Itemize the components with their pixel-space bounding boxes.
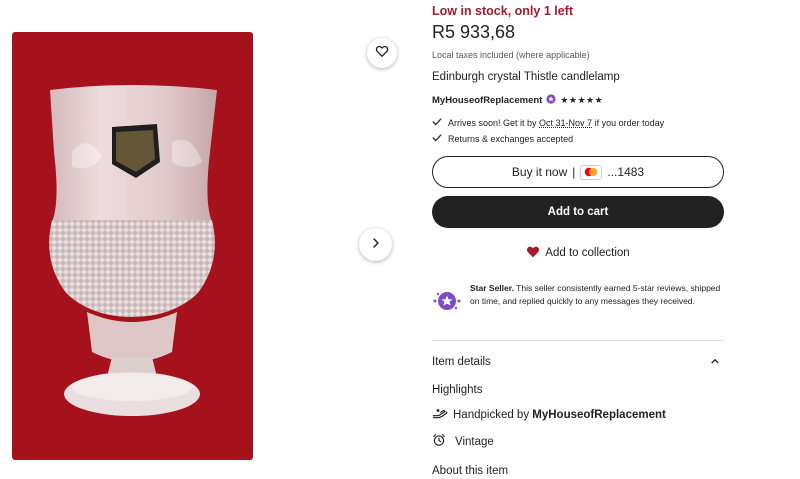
delivery-info: Arrives soon! Get it by Oct 31-Nov 7 if … — [432, 117, 664, 129]
stock-notice: Low in stock, only 1 left — [432, 4, 573, 18]
heart-filled-icon — [526, 245, 540, 261]
highlights-heading: Highlights — [432, 384, 483, 396]
heart-outline-icon — [375, 44, 389, 63]
shop-row: MyHouseofReplacement ★★★★★ — [432, 91, 603, 109]
shop-name-link[interactable]: MyHouseofReplacement — [432, 95, 542, 106]
crystal-candlelamp-image — [49, 85, 217, 416]
check-icon — [432, 133, 442, 145]
chevron-right-icon — [370, 236, 382, 254]
vintage-row: Vintage — [432, 433, 494, 450]
alarm-clock-icon — [432, 433, 446, 450]
handpicked-shop-link[interactable]: MyHouseofReplacement — [532, 409, 666, 421]
vintage-label: Vintage — [455, 435, 494, 448]
star-seller-panel: Star Seller. This seller consistently ea… — [432, 282, 724, 318]
add-to-collection-button[interactable]: Add to collection — [432, 240, 724, 266]
chevron-up-icon — [710, 353, 720, 371]
product-image[interactable] — [12, 32, 253, 460]
rating-stars[interactable]: ★★★★★ — [560, 95, 603, 106]
about-this-item-heading: About this item — [432, 465, 509, 477]
add-to-collection-label: Add to collection — [545, 247, 630, 259]
item-details-label: Item details — [432, 356, 491, 368]
star-seller-small-icon — [546, 91, 556, 109]
arrives-dates[interactable]: Oct 31-Nov 7 — [539, 118, 592, 128]
price: R5 933,68 — [432, 22, 516, 42]
buy-now-separator: | — [572, 165, 576, 179]
arrives-prefix: Arrives soon! Get it by — [448, 118, 540, 128]
favorite-button[interactable] — [367, 38, 397, 68]
star-seller-text: Star Seller. This seller consistently ea… — [470, 282, 724, 318]
star-seller-title: Star Seller. — [470, 283, 514, 293]
buy-it-now-button[interactable]: Buy it now | ...1483 — [432, 156, 724, 188]
handpicked-row: Handpicked by MyHouseofReplacement — [432, 406, 666, 423]
buy-now-label: Buy it now — [511, 165, 568, 179]
hand-icon — [432, 406, 448, 423]
check-icon — [432, 117, 442, 129]
product-title: Edinburgh crystal Thistle candlelamp — [432, 71, 620, 83]
returns-text: Returns & exchanges accepted — [448, 134, 574, 144]
taxes-note: Local taxes included (where applicable) — [432, 50, 590, 60]
returns-info: Returns & exchanges accepted — [432, 133, 573, 145]
add-to-cart-button[interactable]: Add to cart — [432, 196, 724, 228]
item-details-toggle[interactable]: Item details — [432, 353, 724, 371]
arrives-suffix: if you order today — [592, 118, 665, 128]
divider — [432, 340, 724, 341]
handpicked-prefix: Handpicked by — [453, 408, 533, 421]
next-image-button[interactable] — [359, 228, 392, 261]
card-last-digits: ...1483 — [607, 165, 645, 179]
star-seller-badge-icon — [432, 289, 462, 318]
mastercard-icon — [580, 164, 603, 180]
